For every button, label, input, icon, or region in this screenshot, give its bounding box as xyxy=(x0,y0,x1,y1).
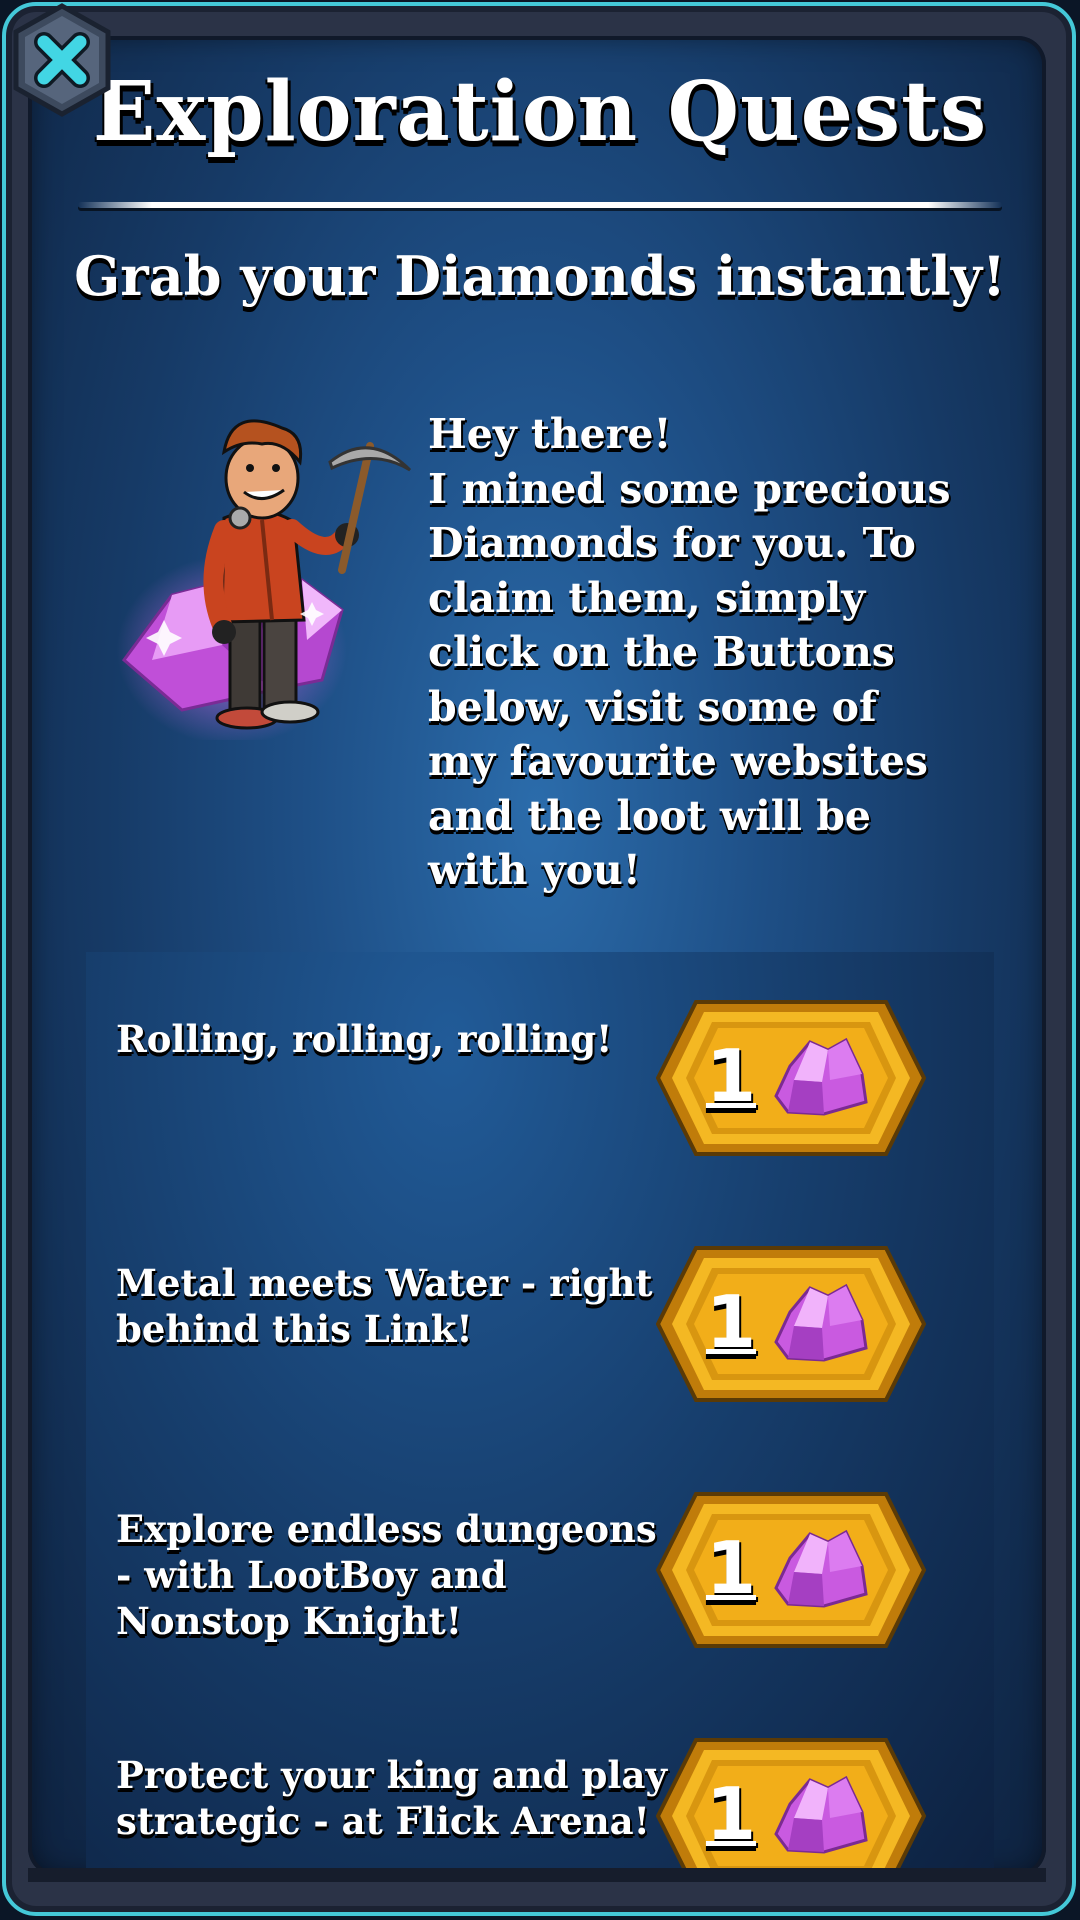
quest-description: Metal meets Water - right behind this Li… xyxy=(116,1261,653,1351)
claim-reward-button[interactable]: 1 xyxy=(655,1490,927,1650)
quest-item: Explore endless dungeons - with LootBoy … xyxy=(86,1444,994,1690)
quest-description: Explore endless dungeons - with LootBoy … xyxy=(116,1507,657,1643)
reward-amount: 1 xyxy=(705,1772,757,1856)
quest-item: Metal meets Water - right behind this Li… xyxy=(86,1198,994,1444)
panel-bottom-edge xyxy=(28,1868,1046,1882)
quest-description: Protect your king and play strategic - a… xyxy=(116,1753,667,1843)
quest-item: Rolling, rolling, rolling! 1 xyxy=(86,952,994,1198)
reward-amount: 1 xyxy=(705,1280,757,1364)
claim-reward-button[interactable]: 1 xyxy=(655,1736,927,1872)
intro-message: Hey there! I mined some precious Diamond… xyxy=(428,410,951,894)
dialog-title: Exploration Quests xyxy=(92,64,988,160)
quest-list: Rolling, rolling, rolling! 1 Metal meets… xyxy=(86,952,994,1872)
miner-mascot-image xyxy=(112,410,432,745)
close-x-icon xyxy=(13,3,111,117)
title-divider xyxy=(78,202,1002,208)
quest-description: Rolling, rolling, rolling! xyxy=(116,1017,613,1061)
close-button[interactable] xyxy=(4,2,120,118)
quest-item: Protect your king and play strategic - a… xyxy=(86,1690,994,1872)
reward-amount: 1 xyxy=(705,1526,757,1610)
claim-reward-button[interactable]: 1 xyxy=(655,1244,927,1404)
diamond-icon xyxy=(774,1283,868,1362)
diamond-icon xyxy=(774,1529,868,1608)
diamond-icon xyxy=(774,1037,868,1116)
diamond-icon xyxy=(774,1775,868,1854)
claim-reward-button[interactable]: 1 xyxy=(655,998,927,1158)
reward-amount: 1 xyxy=(705,1034,757,1118)
dialog-subtitle: Grab your Diamonds instantly! xyxy=(74,244,1006,308)
